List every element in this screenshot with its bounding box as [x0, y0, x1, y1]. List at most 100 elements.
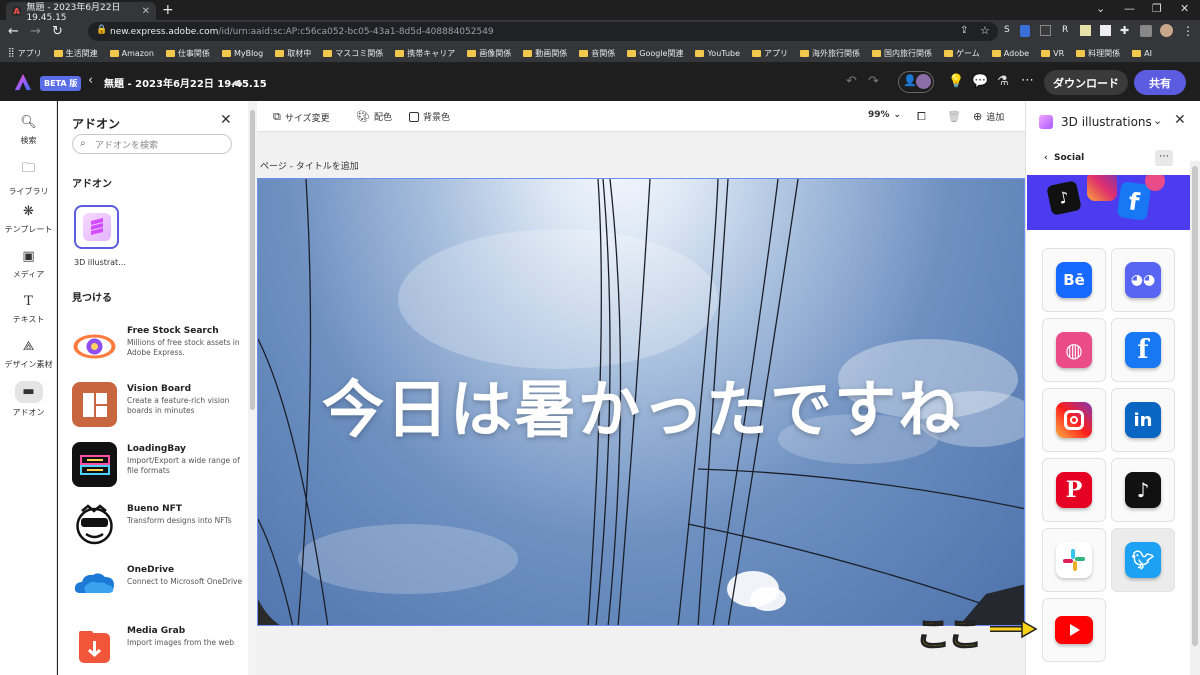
bookmark-folder[interactable]: 料理関係 — [1076, 48, 1120, 59]
bookmark-folder[interactable]: 画像関係 — [467, 48, 511, 59]
trash-icon[interactable]: 🗑︎ — [947, 110, 961, 123]
flask-icon[interactable]: ⚗ — [997, 74, 1009, 89]
back-icon[interactable]: ← — [8, 24, 19, 39]
addons-scrollbar-thumb[interactable] — [250, 110, 255, 410]
rail-item-library[interactable]: 🗀 ライブラリ — [0, 159, 57, 197]
url-field[interactable]: 🔒 new.express.adobe.com/id/urn:aaid:sc:A… — [88, 22, 998, 41]
addon-list-item[interactable]: LoadingBay Import/Export a wide range of… — [72, 442, 247, 492]
restore-icon[interactable]: ❐ — [1152, 2, 1162, 15]
dribbble-tile[interactable]: ◍ — [1042, 318, 1106, 382]
installed-addon-3d-illustrations[interactable] — [74, 205, 119, 249]
avatar[interactable] — [916, 74, 931, 89]
bookmark-folder[interactable]: 仕事関係 — [165, 48, 210, 59]
youtube-tile[interactable] — [1042, 598, 1106, 662]
bookmark-folder[interactable]: AI — [1132, 49, 1152, 58]
bookmark-folder[interactable]: 生活関連 — [53, 48, 98, 59]
close-window-icon[interactable]: ✕ — [1180, 2, 1189, 15]
bookmark-folder[interactable]: 携帯キャリア — [395, 48, 455, 59]
bookmark-folder[interactable]: Amazon — [109, 49, 154, 58]
behance-tile[interactable]: Bē — [1042, 248, 1106, 312]
tiktok-tile[interactable]: ♪ — [1111, 458, 1175, 522]
panel-scrollbar-thumb[interactable] — [1192, 166, 1198, 646]
addon-list-item[interactable]: Free Stock Search Millions of free stock… — [72, 324, 247, 374]
browser-menu-icon[interactable]: ⋮ — [1182, 24, 1194, 38]
rail-item-text[interactable]: T テキスト — [0, 294, 57, 325]
bookmark-folder[interactable]: VR — [1041, 49, 1064, 58]
bookmark-folder[interactable]: 国内旅行関係 — [872, 48, 932, 59]
comment-icon[interactable]: 💬 — [972, 74, 988, 89]
bookmark-folder[interactable]: 取材中 — [275, 48, 311, 59]
sidebar-icon[interactable] — [1140, 25, 1152, 37]
redo-icon[interactable]: ↷ — [868, 74, 879, 89]
share-button[interactable]: 共有 — [1134, 70, 1186, 95]
bookmark-star-icon[interactable]: ☆ — [980, 24, 990, 37]
extensions-puzzle-icon[interactable]: ✚ — [1120, 24, 1129, 37]
bookmark-folder[interactable]: 音関係 — [579, 48, 615, 59]
addon-description: Import/Export a wide range of file forma… — [127, 456, 240, 475]
addon-list-item[interactable]: Media Grab Import images from the web — [72, 624, 247, 674]
linkedin-tile[interactable]: in — [1111, 388, 1175, 452]
chevron-down-icon[interactable]: ⌄ — [1096, 2, 1105, 15]
adobe-express-logo-icon[interactable] — [14, 73, 32, 91]
reload-icon[interactable]: ↻ — [52, 24, 63, 39]
pinterest-tile[interactable]: P — [1042, 458, 1106, 522]
extension-doc-icon[interactable] — [1100, 25, 1111, 36]
bookmark-folder[interactable]: マスコミ関係 — [323, 48, 383, 59]
undo-icon[interactable]: ↶ — [846, 74, 857, 89]
discord-tile[interactable]: ◕◕ — [1111, 248, 1175, 312]
bookmark-folder[interactable]: ゲーム — [944, 48, 980, 59]
instagram-tile[interactable] — [1042, 388, 1106, 452]
rail-item-design-assets[interactable]: ⟁ デザイン素材 — [0, 339, 57, 370]
slack-tile[interactable] — [1042, 528, 1106, 592]
extension-s-icon[interactable]: S — [1004, 25, 1010, 35]
facebook-tile[interactable]: f — [1111, 318, 1175, 382]
rail-item-templates[interactable]: ❋ テンプレート — [0, 204, 57, 235]
bookmark-folder[interactable]: アプリ — [752, 48, 788, 59]
bookmark-apps[interactable]: ⣿ アプリ — [8, 48, 42, 59]
forward-icon[interactable]: → — [30, 24, 41, 39]
back-to-categories-button[interactable]: ‹ Social — [1044, 153, 1084, 163]
extension-note-icon[interactable] — [1080, 25, 1091, 36]
resize-button[interactable]: ⧉ サイズ変更 — [273, 110, 330, 124]
extension-r-icon[interactable]: R — [1062, 25, 1068, 35]
bookmark-folder[interactable]: 動画関係 — [523, 48, 567, 59]
addon-list-item[interactable]: OneDrive Connect to Microsoft OneDrive — [72, 563, 247, 613]
close-icon[interactable]: ✕ — [220, 112, 232, 128]
pages-icon[interactable]: ⧠ — [917, 110, 926, 124]
vision-board-icon — [72, 382, 117, 427]
more-icon[interactable]: ⋯ — [1021, 73, 1034, 88]
minimize-icon[interactable]: — — [1124, 2, 1135, 15]
zoom-select[interactable]: 99% ⌄ — [868, 110, 901, 120]
share-page-icon[interactable]: ⇪ — [960, 25, 968, 36]
canvas-photo[interactable]: 今日は暑かったですね — [257, 178, 1025, 626]
rail-item-addons[interactable]: ▬ アドオン — [0, 381, 57, 418]
extension-blue-icon[interactable] — [1020, 25, 1030, 37]
tab-close-icon[interactable]: ✕ — [142, 6, 150, 17]
addon-list-item[interactable]: Vision Board Create a feature-rich visio… — [72, 382, 247, 432]
page-title-label[interactable]: ページ - タイトルを追加 — [260, 159, 359, 172]
extension-f-icon[interactable] — [1040, 25, 1051, 36]
browser-tab[interactable]: A 無題 - 2023年6月22日 19.45.15 ✕ — [6, 2, 156, 23]
back-chevron-icon[interactable]: ‹ — [88, 73, 93, 88]
twitter-tile[interactable]: 🐦︎ — [1111, 528, 1175, 592]
rail-item-search[interactable]: 🔍︎ 検索 — [0, 115, 57, 146]
new-tab-button[interactable]: + — [162, 2, 174, 18]
addon-list-item[interactable]: Bueno NFT Transform designs into NFTs — [72, 502, 247, 552]
addon-search-input[interactable]: ⌕ アドオンを検索 — [72, 134, 232, 154]
bookmark-folder[interactable]: YouTube — [695, 49, 740, 58]
download-button[interactable]: ダウンロード — [1044, 70, 1128, 95]
close-icon[interactable]: ✕ — [1174, 112, 1186, 128]
color-theme-button[interactable]: 🎨︎ 配色 — [356, 110, 392, 123]
canvas-headline-text[interactable]: 今日は暑かったですね — [258, 359, 1024, 449]
rail-item-media[interactable]: ▣ メディア — [0, 249, 57, 280]
bookmark-folder[interactable]: 海外旅行関係 — [800, 48, 860, 59]
bookmark-folder[interactable]: Google関連 — [627, 48, 683, 59]
more-options-button[interactable]: ⋯ — [1155, 150, 1173, 166]
background-color-button[interactable]: 背景色 — [409, 110, 450, 123]
bookmark-folder[interactable]: MyBlog — [221, 49, 263, 58]
profile-avatar[interactable] — [1160, 24, 1173, 37]
lightbulb-icon[interactable]: 💡 — [948, 74, 964, 89]
chevron-down-icon[interactable]: ⌄ — [1153, 114, 1162, 127]
add-button[interactable]: ⊕ 追加 — [973, 110, 1004, 123]
bookmark-folder[interactable]: Adobe — [991, 49, 1029, 58]
